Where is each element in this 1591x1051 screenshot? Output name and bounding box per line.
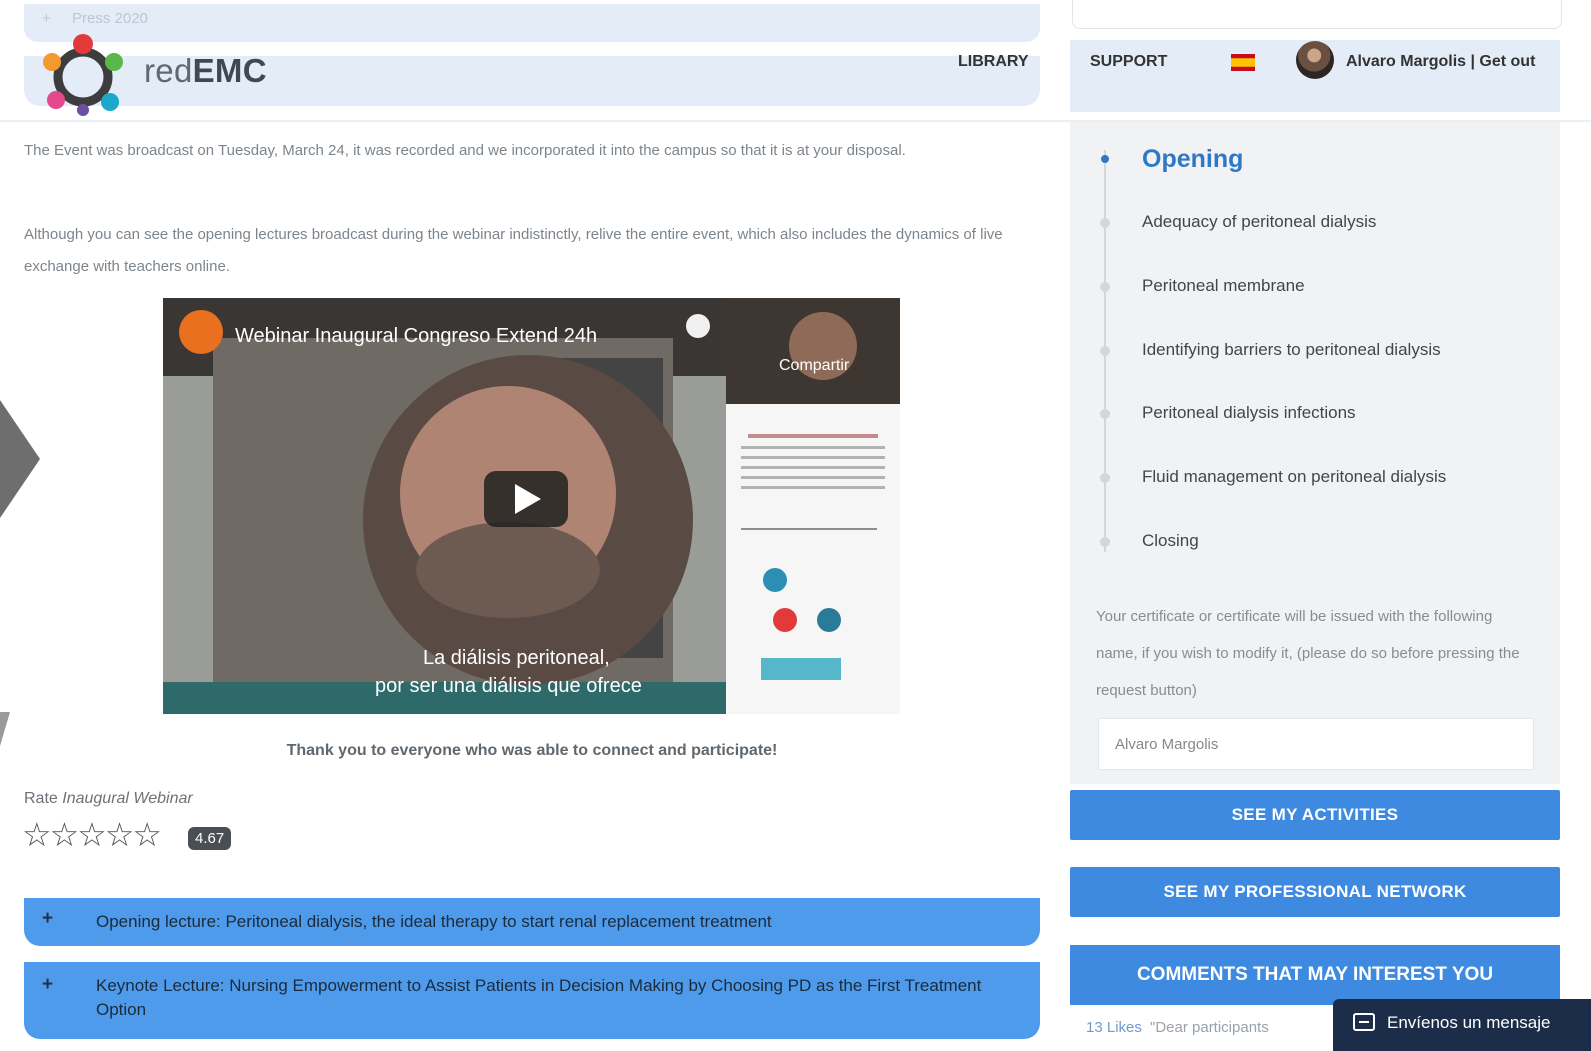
expand-icon: + xyxy=(42,10,51,27)
star-rating[interactable]: ☆☆☆☆☆ xyxy=(22,818,162,851)
redemc-logo[interactable] xyxy=(38,32,128,118)
comment-snippet[interactable]: "Dear participants xyxy=(1150,1019,1269,1036)
timeline-item-opening[interactable]: Opening xyxy=(1142,145,1243,174)
see-my-activities-button[interactable]: SEE MY ACTIVITIES xyxy=(1070,790,1560,840)
timeline-item-closing[interactable]: Closing xyxy=(1142,531,1199,551)
video-subtitle-line1: La diálisis peritoneal, xyxy=(423,647,610,669)
expand-icon: + xyxy=(42,908,54,929)
event-paragraph: The Event was broadcast on Tuesday, Marc… xyxy=(24,142,906,159)
collapsed-item-label: Press 2020 xyxy=(72,10,148,27)
timeline-dot xyxy=(1100,537,1110,547)
accordion-keynote-lecture[interactable]: + Keynote Lecture: Nursing Empowerment t… xyxy=(24,962,1040,1039)
timeline-item-infections[interactable]: Peritoneal dialysis infections xyxy=(1142,403,1356,423)
expand-icon: + xyxy=(42,974,54,995)
timeline-dot xyxy=(1100,473,1110,483)
see-my-network-button[interactable]: SEE MY PROFESSIONAL NETWORK xyxy=(1070,867,1560,917)
spain-flag-icon[interactable] xyxy=(1231,54,1255,71)
timeline-item-membrane[interactable]: Peritoneal membrane xyxy=(1142,276,1305,296)
nav-support[interactable]: SUPPORT xyxy=(1090,53,1167,71)
share-label[interactable]: Compartir xyxy=(779,357,850,374)
video-player[interactable]: Webinar Inaugural Congreso Extend 24h Co… xyxy=(163,298,900,714)
collapsed-accordion-item[interactable]: + Press 2020 xyxy=(24,4,1040,42)
chat-button[interactable]: Envíenos un mensaje xyxy=(1333,999,1591,1051)
certificate-name-input[interactable] xyxy=(1098,718,1534,770)
timeline-item-barriers[interactable]: Identifying barriers to peritoneal dialy… xyxy=(1142,340,1441,360)
user-logout-link[interactable]: Alvaro Margolis | Get out xyxy=(1346,53,1535,71)
message-icon xyxy=(1353,1013,1375,1031)
thanks-message: Thank you to everyone who was able to co… xyxy=(286,742,778,759)
logo-text: redEMC xyxy=(144,52,267,89)
accordion-opening-lecture[interactable]: + Opening lecture: Peritoneal dialysis, … xyxy=(24,898,1040,946)
search-box[interactable] xyxy=(1072,0,1562,29)
video-subtitle-line2: por ser una diálisis que ofrece xyxy=(375,675,642,697)
accordion-label: Opening lecture: Peritoneal dialysis, th… xyxy=(96,912,772,931)
timeline-item-fluid[interactable]: Fluid management on peritoneal dialysis xyxy=(1142,467,1446,487)
timeline-item-adequacy[interactable]: Adequacy of peritoneal dialysis xyxy=(1142,212,1376,232)
carousel-prev-arrow[interactable] xyxy=(0,400,40,518)
certificate-note: Your certificate or certificate will be … xyxy=(1096,608,1520,699)
nav-library[interactable]: LIBRARY xyxy=(958,53,1029,71)
carousel-arrow-fragment xyxy=(0,712,10,746)
timeline-dot xyxy=(1100,346,1110,356)
timeline-dot-active xyxy=(1101,155,1109,163)
timeline-dot xyxy=(1100,409,1110,419)
timeline-dot xyxy=(1100,218,1110,228)
chat-button-label: Envíenos un mensaje xyxy=(1387,1013,1551,1032)
accordion-label: Keynote Lecture: Nursing Empowerment to … xyxy=(96,976,982,1019)
rate-label: Rate Inaugural Webinar xyxy=(24,790,193,807)
timeline-dot xyxy=(1100,282,1110,292)
comment-likes[interactable]: 13 Likes xyxy=(1086,1019,1142,1036)
user-avatar[interactable] xyxy=(1296,41,1334,79)
video-title: Webinar Inaugural Congreso Extend 24h xyxy=(235,325,597,347)
rating-value-badge: 4.67 xyxy=(188,827,232,850)
lectures-paragraph: Although you can see the opening lecture… xyxy=(24,226,1003,275)
comments-header: COMMENTS THAT MAY INTEREST YOU xyxy=(1070,945,1560,1005)
